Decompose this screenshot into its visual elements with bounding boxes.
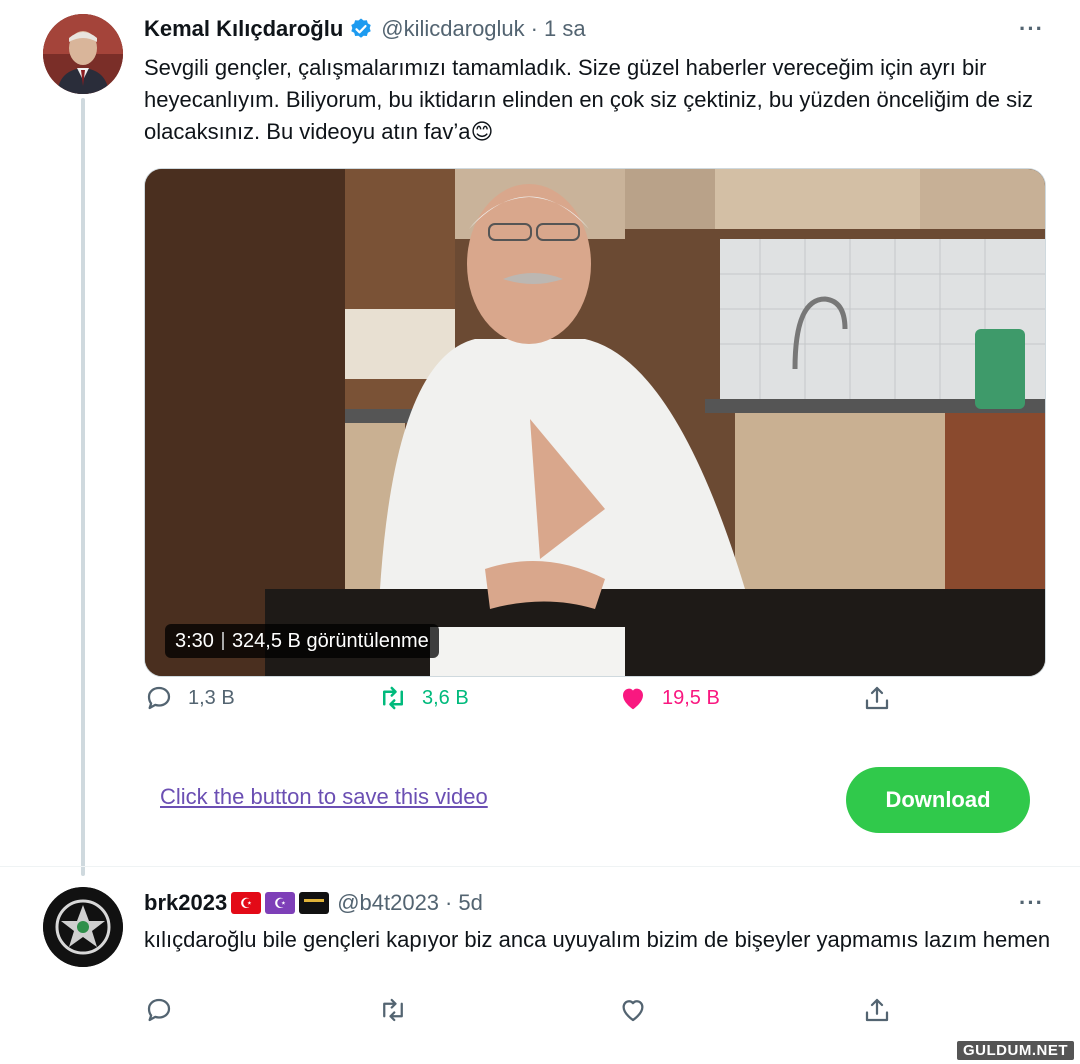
thread-line (81, 98, 85, 876)
reply-header: brk2023 ☪ ☪ @b4t2023 · 5d (144, 888, 483, 918)
emoji-flags: ☪ ☪ (231, 892, 330, 914)
reply-display-name[interactable]: brk2023 (144, 888, 227, 918)
divider (0, 866, 1080, 867)
badge-separator (221, 632, 224, 650)
video-thumbnail (145, 169, 1045, 676)
more-dots-icon[interactable]: ··· (1019, 16, 1044, 42)
video-player[interactable]: 3:30 324,5 B görüntülenme (144, 168, 1046, 677)
save-video-link[interactable]: Click the button to save this video (160, 784, 488, 810)
reply-icon (147, 686, 171, 710)
video-views: 324,5 B görüntülenme (231, 630, 429, 652)
retweet-icon (383, 998, 403, 1022)
separator-dot: · (445, 890, 453, 915)
tweet-text: Sevgili gençler, çalışmalarımızı tamamla… (144, 55, 1033, 144)
share-button[interactable] (862, 683, 892, 713)
kaaba-icon (299, 892, 330, 914)
reply-button[interactable]: 1,3 B (144, 683, 235, 713)
tweet-header: Kemal Kılıçdaroğlu @kilicdarogluk · 1 sa (144, 14, 586, 44)
download-button[interactable]: Download (846, 767, 1030, 833)
verified-badge-icon (349, 17, 373, 41)
timestamp[interactable]: 1 sa (544, 14, 586, 44)
retweet-button[interactable]: 3,6 B (378, 683, 469, 713)
reply-avatar[interactable] (43, 887, 123, 967)
avatar[interactable] (43, 14, 123, 94)
reply-text: kılıçdaroğlu bile gençleri kapıyor biz a… (144, 927, 1051, 952)
video-duration: 3:30 (175, 630, 214, 652)
like-button[interactable]: 19,5 B (618, 683, 720, 713)
retweet-icon (383, 686, 403, 710)
like-button[interactable] (618, 995, 648, 1025)
like-count: 19,5 B (662, 686, 720, 709)
reply-count: 1,3 B (188, 686, 235, 709)
heart-outline-icon (622, 1000, 644, 1022)
reply-handle[interactable]: @b4t2023 (337, 888, 439, 918)
video-stats-badge: 3:30 324,5 B görüntülenme (165, 624, 439, 658)
site-watermark: GULDUM.NET (957, 1041, 1074, 1060)
more-dots-icon[interactable]: ··· (1019, 890, 1044, 916)
reply-icon (147, 998, 171, 1022)
retweet-button[interactable] (378, 995, 408, 1025)
turkey-flag-icon: ☪ (231, 892, 262, 914)
share-icon (865, 686, 889, 710)
reply-button[interactable] (144, 995, 174, 1025)
handle[interactable]: @kilicdarogluk (381, 14, 524, 44)
heart-filled-icon (623, 688, 643, 710)
page: Kemal Kılıçdaroğlu @kilicdarogluk · 1 sa… (0, 0, 1080, 1064)
display-name[interactable]: Kemal Kılıçdaroğlu (144, 14, 343, 44)
reply-timestamp[interactable]: 5d (458, 888, 482, 918)
retweet-count: 3,6 B (422, 686, 469, 709)
share-icon (865, 998, 889, 1022)
separator-dot: · (530, 16, 538, 41)
crescent-star-icon: ☪ (265, 892, 296, 914)
share-button[interactable] (862, 995, 892, 1025)
